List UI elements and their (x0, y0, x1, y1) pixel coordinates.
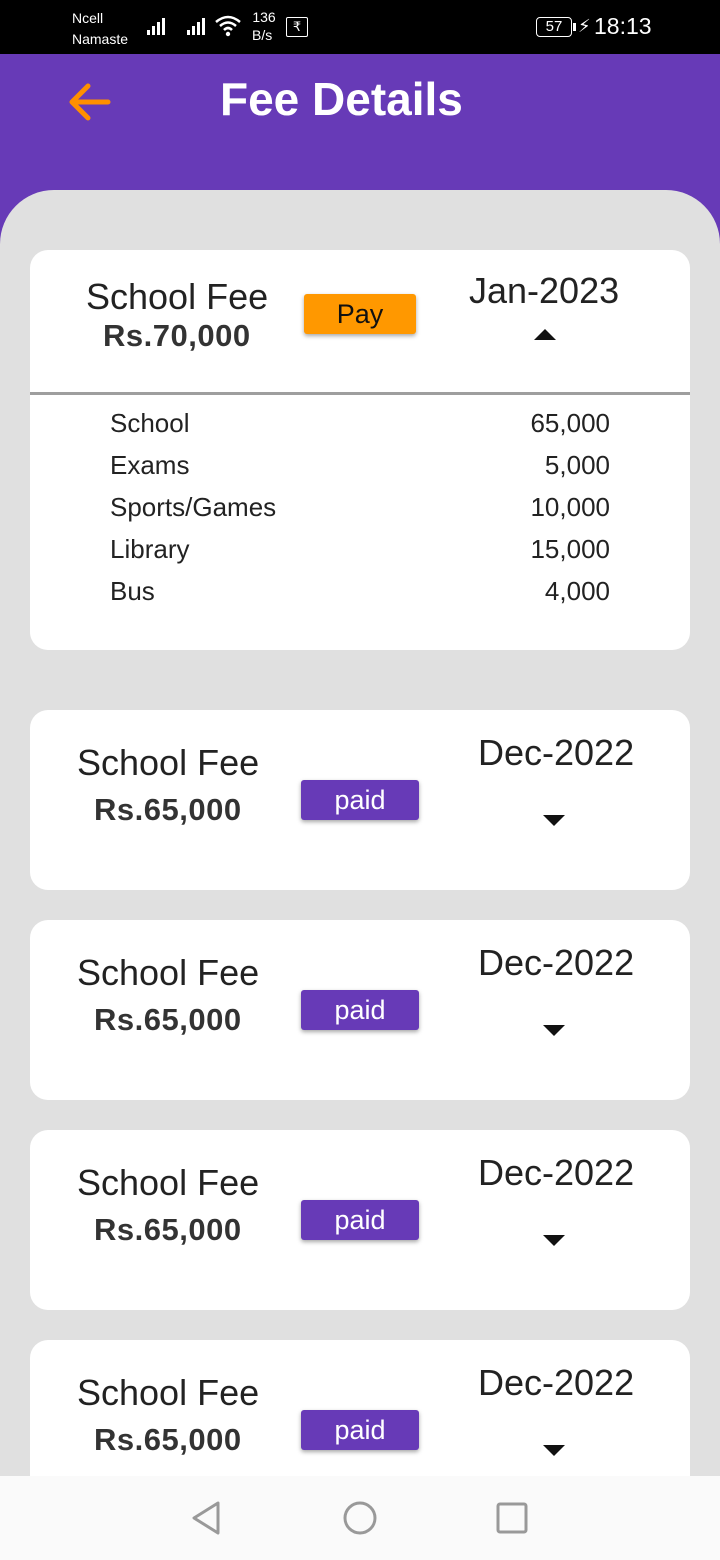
fee-month: Dec-2022 (478, 1152, 635, 1193)
signal-strength-icon (147, 18, 165, 35)
collapse-caret-icon[interactable] (534, 329, 556, 340)
net-speed-value: 136 (252, 9, 276, 25)
breakdown-label: School (110, 408, 190, 438)
fee-month: Jan-2023 (469, 270, 620, 311)
pay-button[interactable]: Pay (304, 294, 416, 334)
rupee-icon: ₹ (286, 17, 308, 37)
paid-badge[interactable]: paid (301, 1200, 419, 1240)
fee-month: Dec-2022 (478, 732, 635, 773)
square-recents-icon[interactable] (492, 1498, 532, 1538)
fee-name: School Fee (77, 1372, 260, 1413)
fee-month: Dec-2022 (478, 1362, 635, 1403)
carrier-info: Ncell Namaste (72, 8, 128, 50)
fee-amount: Rs.65,000 (94, 1422, 242, 1457)
carrier-sub-name: Namaste (72, 31, 129, 47)
breakdown-value: 5,000 (544, 450, 610, 480)
wifi-icon (215, 15, 241, 37)
fee-list[interactable]: School Fee Rs.70,000 Pay Jan-2023 School… (0, 190, 720, 1560)
fee-name: School Fee (86, 276, 269, 317)
fee-card-expanded[interactable]: School Fee Rs.70,000 Pay Jan-2023 School… (30, 250, 690, 650)
fee-month: Dec-2022 (478, 942, 635, 983)
paid-badge[interactable]: paid (301, 990, 419, 1030)
fee-amount: Rs.65,000 (94, 1002, 242, 1037)
paid-badge[interactable]: paid (301, 1410, 419, 1450)
fee-card[interactable]: School Fee Rs.65,000 paid Dec-2022 (30, 710, 690, 890)
page-title: Fee Details (220, 73, 463, 125)
fee-amount: Rs.70,000 (103, 318, 251, 353)
back-arrow-icon[interactable] (66, 80, 114, 124)
breakdown-row: Exams 5,000 (110, 450, 610, 492)
breakdown-value: 15,000 (530, 534, 610, 564)
carrier-name: Ncell (72, 10, 104, 26)
breakdown-label: Bus (110, 576, 155, 606)
status-bar: Ncell Namaste 136 B/s ₹ 57 ⚡ 18:13 (0, 0, 720, 54)
breakdown-value: 65,000 (530, 408, 610, 438)
breakdown-value: 4,000 (544, 576, 610, 606)
signal-strength-icon (187, 18, 205, 35)
paid-badge[interactable]: paid (301, 780, 419, 820)
system-nav-bar (0, 1476, 720, 1560)
breakdown-label: Exams (110, 450, 190, 480)
breakdown-label: Library (110, 534, 190, 564)
expand-caret-icon[interactable] (543, 1025, 565, 1036)
fee-card[interactable]: School Fee Rs.65,000 paid Dec-2022 (30, 1130, 690, 1310)
breakdown-label: Sports/Games (110, 492, 277, 522)
status-time: 18:13 (594, 13, 652, 39)
fee-name: School Fee (77, 952, 260, 993)
fee-name: School Fee (77, 742, 260, 783)
expand-caret-icon[interactable] (543, 1235, 565, 1246)
charging-icon: ⚡ (578, 16, 591, 36)
expand-caret-icon[interactable] (543, 1445, 565, 1456)
breakdown-row: School 65,000 (110, 408, 610, 450)
net-speed-unit: B/s (252, 27, 273, 43)
fee-amount: Rs.65,000 (94, 792, 242, 827)
expand-caret-icon[interactable] (543, 815, 565, 826)
breakdown-row: Bus 4,000 (110, 576, 610, 618)
battery-icon: 57 (536, 17, 576, 37)
fee-amount: Rs.65,000 (94, 1212, 242, 1247)
circle-home-icon[interactable] (340, 1498, 380, 1538)
breakdown-row: Sports/Games 10,000 (110, 492, 610, 534)
breakdown-value: 10,000 (530, 492, 610, 522)
fee-name: School Fee (77, 1162, 260, 1203)
fee-card[interactable]: School Fee Rs.65,000 paid Dec-2022 (30, 920, 690, 1100)
triangle-back-icon[interactable] (186, 1498, 226, 1538)
divider (30, 392, 690, 395)
breakdown-row: Library 15,000 (110, 534, 610, 576)
